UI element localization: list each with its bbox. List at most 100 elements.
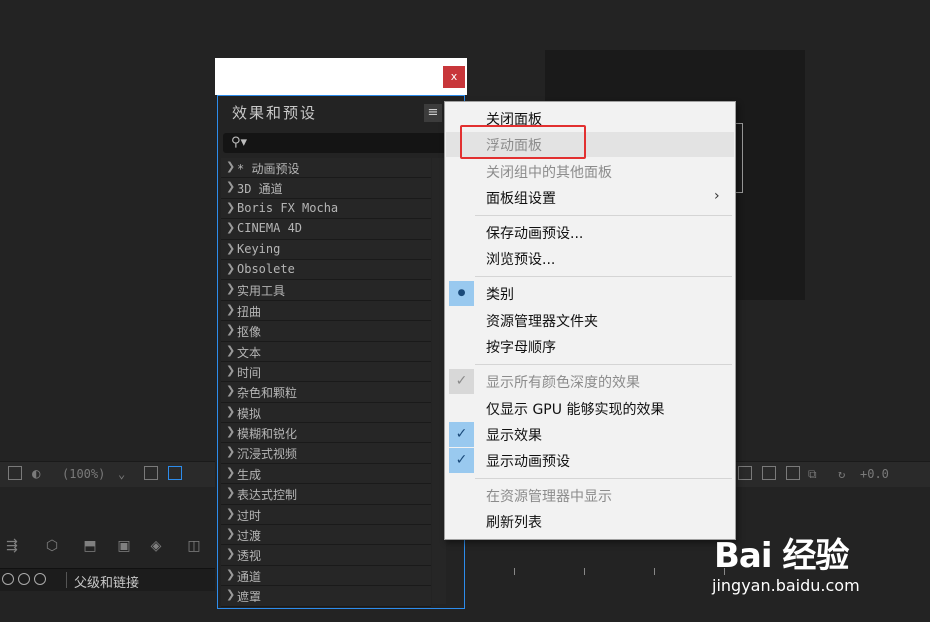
chevron-right-icon: ❯ xyxy=(226,200,236,214)
menu-item-gpu-only[interactable]: 仅显示 GPU 能够实现的效果 xyxy=(446,396,734,421)
list-item[interactable]: ❯ 通道 xyxy=(221,565,431,587)
menu-separator xyxy=(475,215,732,216)
close-button[interactable]: x xyxy=(443,66,465,88)
menu-separator xyxy=(475,478,732,479)
label-icon[interactable] xyxy=(34,573,46,585)
chevron-right-icon: ❯ xyxy=(226,486,236,500)
menu-item-explorer-folder[interactable]: 资源管理器文件夹 xyxy=(446,308,734,333)
menu-item-show-all-depths[interactable]: ✓ 显示所有颜色深度的效果 xyxy=(446,369,734,394)
list-item-label: 3D 通道 xyxy=(237,182,283,197)
check-icon: ✓ xyxy=(449,369,474,394)
menu-item-label: 仅显示 GPU 能够实现的效果 xyxy=(486,402,665,418)
shy-icon[interactable]: ⬒ xyxy=(82,538,98,554)
list-item[interactable]: ❯ 表达式控制 xyxy=(221,484,431,505)
list-item[interactable]: ❯ 时间 xyxy=(221,361,431,383)
list-item-label: * 动画预设 xyxy=(237,162,300,176)
panel-menu-icon[interactable]: ≡ xyxy=(424,104,442,122)
graph-editor-icon[interactable]: ◫ xyxy=(186,538,202,554)
list-item[interactable]: ❯ * 动画预设 xyxy=(221,158,431,179)
mask-icon[interactable]: ◐ xyxy=(32,466,40,482)
search-icon[interactable]: ⚲▾ xyxy=(231,135,247,150)
menu-item-category[interactable]: ● 类别 xyxy=(446,281,734,306)
menu-item-show-presets[interactable]: ✓ 显示动画预设 xyxy=(446,448,734,473)
layer-switch-icon[interactable]: ⇶ xyxy=(4,538,20,554)
menu-item-label: 类别 xyxy=(486,287,514,303)
show-snapshot-icon[interactable] xyxy=(762,466,776,480)
layer-header: 父级和链接 xyxy=(0,568,215,591)
chevron-right-icon: ❯ xyxy=(226,588,236,602)
list-item[interactable]: ❯ 沉浸式视频 xyxy=(221,443,431,464)
list-item[interactable]: ❯ 文本 xyxy=(221,341,431,362)
menu-item-label: 显示动画预设 xyxy=(486,454,570,470)
list-item[interactable]: ❯ 过时 xyxy=(221,504,431,526)
frame-blend-icon[interactable]: ▣ xyxy=(116,538,132,554)
grid-icon[interactable] xyxy=(144,466,158,480)
list-item-label: Boris FX Mocha xyxy=(237,200,339,215)
search-input[interactable]: ⚲▾ xyxy=(223,133,453,153)
list-item-label: 遮罩 xyxy=(237,590,262,605)
list-item-label: 生成 xyxy=(237,467,262,482)
list-item-label: Keying xyxy=(237,241,281,256)
monitor-icon[interactable] xyxy=(8,466,22,480)
list-item-label: 实用工具 xyxy=(237,284,286,299)
menu-item-label: 按字母顺序 xyxy=(486,340,556,356)
exposure-value[interactable]: +0.0 xyxy=(860,466,889,482)
window-titlebar[interactable]: x xyxy=(215,58,467,95)
list-item-label: 过时 xyxy=(237,508,262,523)
list-item[interactable]: ❯ 杂色和颗粒 xyxy=(221,382,431,403)
annotation-highlight xyxy=(460,125,586,159)
list-item[interactable]: ❯ 扭曲 xyxy=(221,300,431,322)
solo-icon[interactable] xyxy=(2,573,14,585)
menu-item-label: 显示效果 xyxy=(486,428,542,444)
menu-item-label: 浏览预设... xyxy=(486,252,556,268)
list-item-label: 模糊和锐化 xyxy=(237,427,298,442)
menu-item-alphabetical[interactable]: 按字母顺序 xyxy=(446,334,734,359)
list-item-label: 文本 xyxy=(237,345,262,360)
menu-item-show-in-explorer[interactable]: 在资源管理器中显示 xyxy=(446,483,734,508)
list-item[interactable]: ❯ Obsolete xyxy=(221,259,431,281)
zoom-dropdown[interactable]: (100%) xyxy=(62,466,105,482)
list-item[interactable]: ❯ 模糊和锐化 xyxy=(221,423,431,444)
chevron-right-icon: ❯ xyxy=(226,221,236,235)
list-item[interactable]: ❯ 3D 通道 xyxy=(221,178,431,199)
chevron-right-icon: ❯ xyxy=(226,425,236,439)
list-item-label: 表达式控制 xyxy=(237,488,298,503)
snapshot-icon[interactable] xyxy=(738,466,752,480)
list-item-label: 透视 xyxy=(237,549,262,564)
menu-separator xyxy=(475,364,732,365)
chevron-right-icon: ❯ xyxy=(226,547,236,561)
channel-icon[interactable] xyxy=(786,466,800,480)
motion-blur-icon[interactable]: ◈ xyxy=(148,538,164,554)
menu-item-save-preset[interactable]: 保存动画预设... xyxy=(446,220,734,245)
list-item[interactable]: ❯ Boris FX Mocha xyxy=(221,198,431,220)
list-item-label: 通道 xyxy=(237,569,262,584)
menu-item-label: 保存动画预设... xyxy=(486,226,584,242)
chevron-right-icon: ❯ xyxy=(226,567,236,581)
menu-item-panel-group-settings[interactable]: 面板组设置 › xyxy=(446,185,734,210)
draft-3d-icon[interactable]: ⬡ xyxy=(44,538,60,554)
list-item[interactable]: ❯ 抠像 xyxy=(221,321,431,342)
list-item[interactable]: ❯ 实用工具 xyxy=(221,280,431,301)
menu-item-refresh[interactable]: 刷新列表 xyxy=(446,509,734,534)
baidu-watermark: Bai 经验 jingyan.baidu.com xyxy=(710,520,925,600)
chevron-right-icon: ❯ xyxy=(226,506,236,520)
list-item[interactable]: ❯ CINEMA 4D xyxy=(221,219,431,240)
menu-item-show-effects[interactable]: ✓ 显示效果 xyxy=(446,422,734,447)
menu-separator xyxy=(475,276,732,277)
menu-item-browse-presets[interactable]: 浏览预设... xyxy=(446,246,734,271)
list-item[interactable]: ❯ 模拟 xyxy=(221,402,431,424)
reset-exposure-icon[interactable]: ↻ xyxy=(838,466,845,482)
parent-link-label: 父级和链接 xyxy=(74,576,140,591)
chevron-right-icon: ❯ xyxy=(226,261,236,275)
ruler-tick xyxy=(584,568,585,575)
list-item[interactable]: ❯ 遮罩 xyxy=(221,586,431,607)
list-item[interactable]: ❯ 过渡 xyxy=(221,525,431,546)
flowchart-icon[interactable]: ⧉ xyxy=(808,466,817,482)
chevron-down-icon[interactable]: ⌄ xyxy=(118,466,125,482)
list-item[interactable]: ❯ Keying xyxy=(221,239,431,260)
menu-item-close-others[interactable]: 关闭组中的其他面板 xyxy=(446,159,734,184)
lock-icon[interactable] xyxy=(18,573,30,585)
list-item[interactable]: ❯ 透视 xyxy=(221,545,431,566)
list-item[interactable]: ❯ 生成 xyxy=(221,463,431,485)
region-icon[interactable] xyxy=(168,466,182,480)
